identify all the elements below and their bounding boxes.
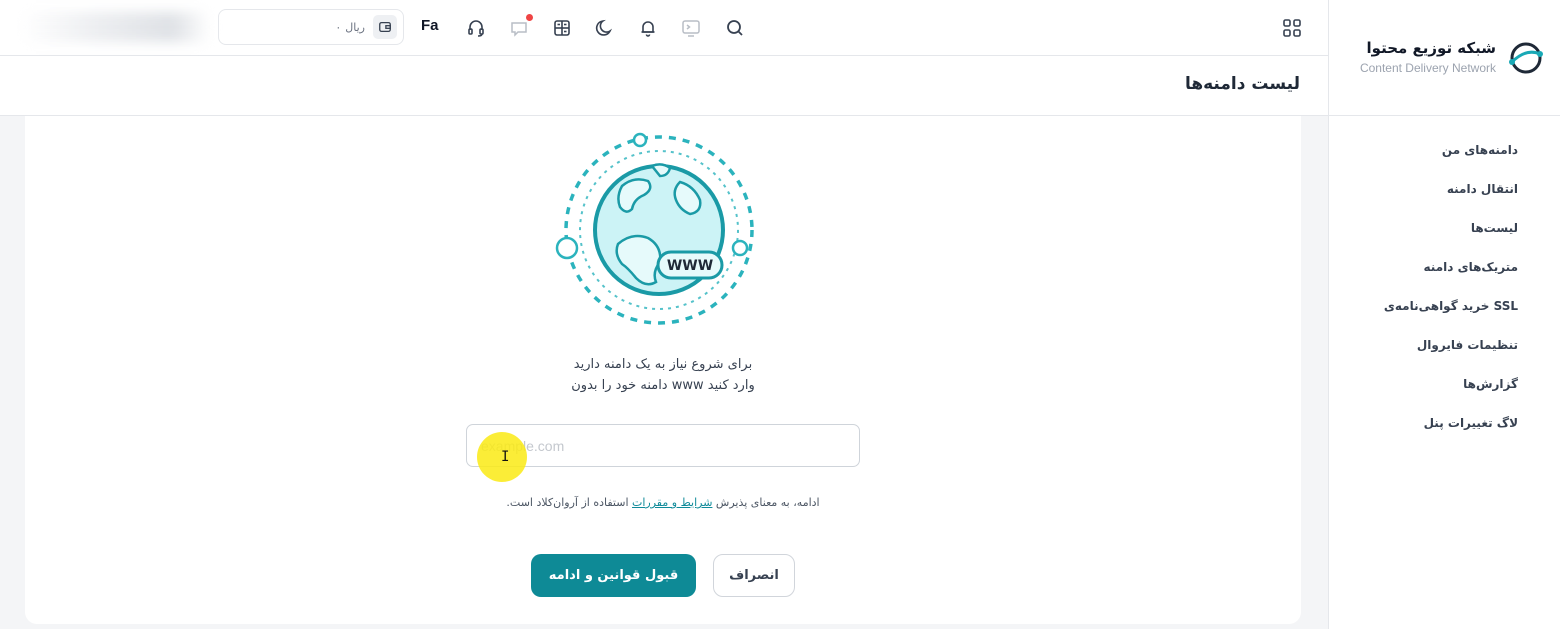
apps-grid-icon[interactable] xyxy=(1280,16,1304,40)
user-account-menu[interactable] xyxy=(20,12,210,42)
terms-notice: ادامه، به معنای پذیرش شرایط و مقررات است… xyxy=(413,496,913,509)
www-label: WWW xyxy=(667,258,713,274)
moon-icon[interactable] xyxy=(593,16,617,40)
terms-text-before: ادامه، به معنای پذیرش xyxy=(712,496,820,509)
sidebar-item-lists[interactable]: لیست‌ها xyxy=(1329,208,1560,247)
calculator-icon[interactable] xyxy=(550,16,574,40)
add-domain-card: WWW برای شروع نیاز به یک دامنه دارید دام… xyxy=(25,116,1301,624)
sidebar: شبکه توزیع محتوا Content Delivery Networ… xyxy=(1328,0,1560,629)
domain-prompt: برای شروع نیاز به یک دامنه دارید دامنه خ… xyxy=(413,354,913,396)
brand-subtitle: Content Delivery Network xyxy=(1359,60,1496,75)
brand-text: شبکه توزیع محتوا Content Delivery Networ… xyxy=(1360,39,1496,75)
wallet-balance[interactable]: ۰ ریال xyxy=(218,9,404,45)
sidebar-item-firewall-settings[interactable]: تنظیمات فایروال xyxy=(1329,325,1560,364)
cancel-button[interactable]: انصراف xyxy=(713,554,795,597)
headset-icon[interactable] xyxy=(464,16,488,40)
brand-title: شبکه توزیع محتوا xyxy=(1366,38,1496,57)
sidebar-item-domain-metrics[interactable]: متریک‌های دامنه xyxy=(1329,247,1560,286)
globe-www-illustration: WWW xyxy=(555,132,754,325)
cdn-logo-icon xyxy=(1509,42,1543,73)
sidebar-item-domain-transfer[interactable]: انتقال دامنه xyxy=(1329,169,1560,208)
language-switch[interactable]: Fa xyxy=(421,17,439,34)
brand[interactable]: شبکه توزیع محتوا Content Delivery Networ… xyxy=(1329,0,1560,116)
topbar: Fa ۰ ریال xyxy=(0,0,1328,56)
chat-icon[interactable] xyxy=(507,14,533,40)
prompt-line-1: برای شروع نیاز به یک دامنه دارید xyxy=(573,357,753,372)
prompt-line-2: دامنه خود را بدون www وارد کنید xyxy=(571,378,755,393)
terms-link[interactable]: شرایط و مقررات xyxy=(632,496,712,509)
page-title: لیست دامنه‌ها xyxy=(1184,74,1300,94)
wallet-currency: ریال xyxy=(345,20,365,34)
wallet-amount-text: ۰ ریال xyxy=(335,21,365,34)
wallet-icon xyxy=(373,15,397,39)
wallet-amount: ۰ xyxy=(335,20,342,34)
accept-and-continue-button[interactable]: قبول قوانین و ادامه xyxy=(531,554,696,597)
search-icon[interactable] xyxy=(723,16,747,40)
terminal-icon[interactable] xyxy=(679,16,703,40)
domain-input[interactable] xyxy=(466,424,860,467)
notification-dot xyxy=(526,14,533,21)
bell-icon[interactable] xyxy=(636,16,660,40)
sidebar-item-panel-changelog[interactable]: لاگ تغییرات پنل xyxy=(1329,403,1560,442)
sidebar-item-my-domains[interactable]: دامنه‌های من xyxy=(1329,130,1560,169)
sidebar-item-reports[interactable]: گزارش‌ها xyxy=(1329,364,1560,403)
terms-text-after: استفاده از آروان‌کلاد است. xyxy=(506,496,633,509)
sidebar-menu: دامنه‌های من انتقال دامنه لیست‌ها متریک‌… xyxy=(1329,116,1560,442)
sidebar-item-buy-ssl[interactable]: خرید گواهی‌نامه‌ی SSL xyxy=(1329,286,1560,325)
page-header: لیست دامنه‌ها xyxy=(0,56,1328,116)
